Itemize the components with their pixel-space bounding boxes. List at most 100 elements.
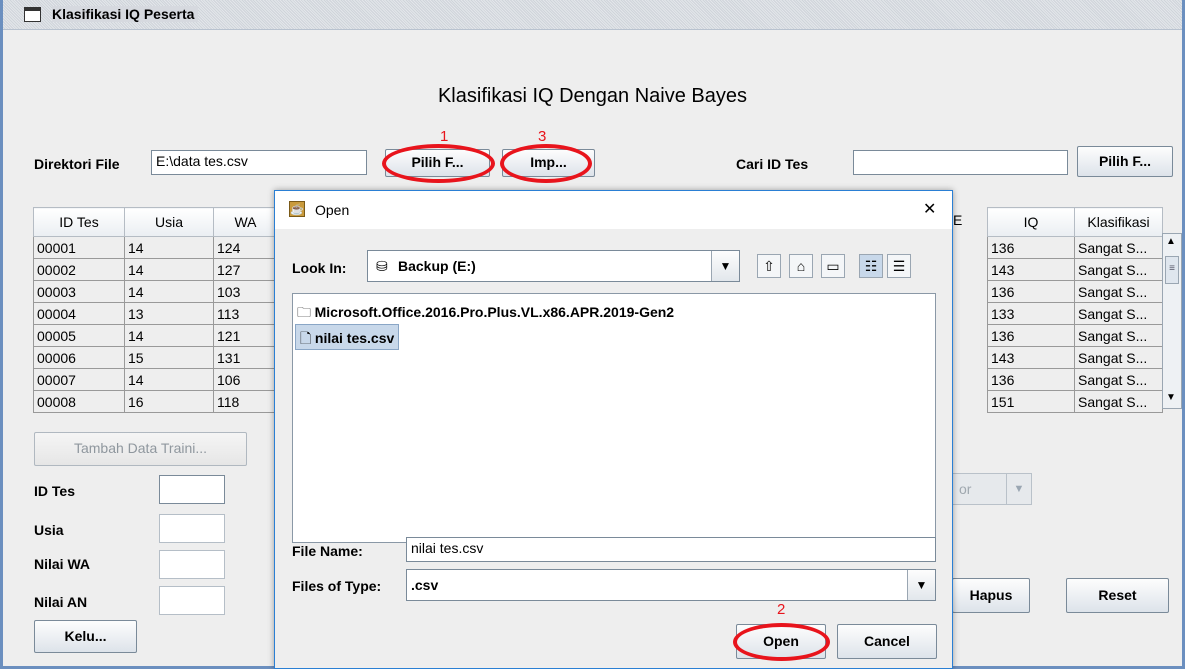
table-row[interactable]: 133 Sangat S... bbox=[987, 302, 1163, 325]
table-cell[interactable]: 00006 bbox=[33, 346, 125, 369]
home-icon[interactable]: ⌂ bbox=[789, 254, 813, 278]
table-cell[interactable]: 103 bbox=[213, 280, 278, 303]
nilai-an-field[interactable] bbox=[159, 586, 225, 615]
tambah-data-training-button[interactable]: Tambah Data Traini... bbox=[34, 432, 247, 466]
cari-id-field[interactable] bbox=[853, 150, 1068, 175]
cancel-button[interactable]: Cancel bbox=[837, 624, 937, 659]
id-tes-field[interactable] bbox=[159, 475, 225, 504]
direktori-label: Direktori File bbox=[34, 156, 120, 172]
usia-field[interactable] bbox=[159, 514, 225, 543]
table-cell[interactable]: 143 bbox=[987, 258, 1075, 281]
table-cell[interactable]: Sangat S... bbox=[1074, 302, 1163, 325]
close-icon[interactable]: ✕ bbox=[923, 199, 936, 219]
hapus-button[interactable]: Hapus bbox=[952, 578, 1030, 613]
cari-button[interactable]: Pilih F... bbox=[1077, 146, 1173, 177]
table-cell[interactable]: 136 bbox=[987, 280, 1075, 303]
dialog-title: Open bbox=[315, 202, 350, 218]
table-cell[interactable]: 00008 bbox=[33, 390, 125, 413]
table-cell[interactable]: Sangat S... bbox=[1074, 390, 1163, 413]
file-name-field[interactable]: nilai tes.csv bbox=[406, 537, 936, 562]
table-cell[interactable]: 14 bbox=[124, 368, 214, 391]
table-row[interactable]: 00003 14 103 bbox=[33, 280, 278, 303]
direktori-field[interactable]: E:\data tes.csv bbox=[151, 150, 367, 175]
table-cell[interactable]: Sangat S... bbox=[1074, 236, 1163, 259]
chevron-down-icon[interactable]: ▼ bbox=[907, 570, 935, 600]
table-row[interactable]: 136 Sangat S... bbox=[987, 324, 1163, 347]
table-cell[interactable]: Sangat S... bbox=[1074, 280, 1163, 303]
table-row[interactable]: 00001 14 124 bbox=[33, 236, 278, 259]
table-row[interactable]: 136 Sangat S... bbox=[987, 368, 1163, 391]
table-scrollbar[interactable]: ▲ ≡ ▼ bbox=[1162, 233, 1182, 409]
look-in-combo[interactable]: ⛁ Backup (E:) ▼ bbox=[367, 250, 740, 282]
table-cell[interactable]: 136 bbox=[987, 236, 1075, 259]
table-cell[interactable]: 143 bbox=[987, 346, 1075, 369]
scroll-thumb[interactable]: ≡ bbox=[1165, 256, 1179, 284]
chevron-down-icon[interactable]: ▼ bbox=[711, 251, 739, 281]
list-view-icon[interactable]: ☷ bbox=[859, 254, 883, 278]
column-header[interactable]: IQ bbox=[987, 207, 1075, 237]
table-cell[interactable]: 124 bbox=[213, 236, 278, 259]
new-folder-icon[interactable]: ▭ bbox=[821, 254, 845, 278]
table-cell[interactable]: 127 bbox=[213, 258, 278, 281]
table-cell[interactable]: 113 bbox=[213, 302, 278, 325]
annotation-ellipse-3 bbox=[500, 144, 592, 183]
table-row[interactable]: 143 Sangat S... bbox=[987, 346, 1163, 369]
table-cell[interactable]: 14 bbox=[124, 236, 214, 259]
table-row[interactable]: 151 Sangat S... bbox=[987, 390, 1163, 413]
table-row[interactable]: 136 Sangat S... bbox=[987, 280, 1163, 303]
column-header[interactable]: Usia bbox=[124, 207, 214, 237]
details-view-icon[interactable]: ☰ bbox=[887, 254, 911, 278]
table-cell[interactable]: 14 bbox=[124, 280, 214, 303]
table-cell[interactable]: Sangat S... bbox=[1074, 324, 1163, 347]
column-header[interactable]: WA bbox=[213, 207, 278, 237]
list-item[interactable]: 🗋 nilai tes.csv bbox=[295, 324, 400, 350]
nilai-an-label: Nilai AN bbox=[34, 594, 88, 610]
scroll-down-icon[interactable]: ▼ bbox=[1166, 392, 1176, 403]
window-title: Klasifikasi IQ Peserta bbox=[52, 6, 199, 22]
keluar-button[interactable]: Kelu... bbox=[34, 620, 137, 653]
chevron-down-icon[interactable]: ▼ bbox=[1006, 474, 1031, 504]
table-cell[interactable]: 118 bbox=[213, 390, 278, 413]
table-row[interactable]: 00006 15 131 bbox=[33, 346, 278, 369]
scroll-up-icon[interactable]: ▲ bbox=[1166, 236, 1176, 247]
table-cell[interactable]: 00003 bbox=[33, 280, 125, 303]
klasifikasi-combo[interactable]: or ▼ bbox=[950, 473, 1032, 505]
column-header[interactable]: Klasifikasi bbox=[1074, 207, 1163, 237]
table-cell[interactable]: 00002 bbox=[33, 258, 125, 281]
files-of-type-combo[interactable]: .csv ▼ bbox=[406, 569, 936, 601]
table-cell[interactable]: 15 bbox=[124, 346, 214, 369]
table-cell[interactable]: 00004 bbox=[33, 302, 125, 325]
dialog-titlebar[interactable]: ☕ Open ✕ bbox=[275, 191, 952, 229]
table-cell[interactable]: Sangat S... bbox=[1074, 258, 1163, 281]
table-cell[interactable]: 106 bbox=[213, 368, 278, 391]
table-cell[interactable]: 151 bbox=[987, 390, 1075, 413]
table-cell[interactable]: 136 bbox=[987, 368, 1075, 391]
up-folder-icon[interactable]: ⇧ bbox=[757, 254, 781, 278]
table-cell[interactable]: 00007 bbox=[33, 368, 125, 391]
table-cell[interactable]: 136 bbox=[987, 324, 1075, 347]
table-row[interactable]: 00002 14 127 bbox=[33, 258, 278, 281]
table-cell[interactable]: 00005 bbox=[33, 324, 125, 347]
table-row[interactable]: 00004 13 113 bbox=[33, 302, 278, 325]
table-cell[interactable]: 14 bbox=[124, 258, 214, 281]
table-cell[interactable]: 14 bbox=[124, 324, 214, 347]
table-cell[interactable]: Sangat S... bbox=[1074, 346, 1163, 369]
table-row[interactable]: 143 Sangat S... bbox=[987, 258, 1163, 281]
table-row[interactable]: 00007 14 106 bbox=[33, 368, 278, 391]
file-list[interactable]: 🗀 Microsoft.Office.2016.Pro.Plus.VL.x86.… bbox=[292, 293, 936, 543]
table-cell[interactable]: 131 bbox=[213, 346, 278, 369]
file-name: nilai tes.csv bbox=[314, 330, 395, 346]
table-cell[interactable]: 00001 bbox=[33, 236, 125, 259]
table-cell[interactable]: Sangat S... bbox=[1074, 368, 1163, 391]
table-cell[interactable]: 133 bbox=[987, 302, 1075, 325]
table-row[interactable]: 00008 16 118 bbox=[33, 390, 278, 413]
table-cell[interactable]: 121 bbox=[213, 324, 278, 347]
reset-button[interactable]: Reset bbox=[1066, 578, 1169, 613]
list-item[interactable]: 🗀 Microsoft.Office.2016.Pro.Plus.VL.x86.… bbox=[297, 302, 674, 326]
table-row[interactable]: 136 Sangat S... bbox=[987, 236, 1163, 259]
table-cell[interactable]: 16 bbox=[124, 390, 214, 413]
table-cell[interactable]: 13 bbox=[124, 302, 214, 325]
table-row[interactable]: 00005 14 121 bbox=[33, 324, 278, 347]
nilai-wa-field[interactable] bbox=[159, 550, 225, 579]
column-header[interactable]: ID Tes bbox=[33, 207, 125, 237]
